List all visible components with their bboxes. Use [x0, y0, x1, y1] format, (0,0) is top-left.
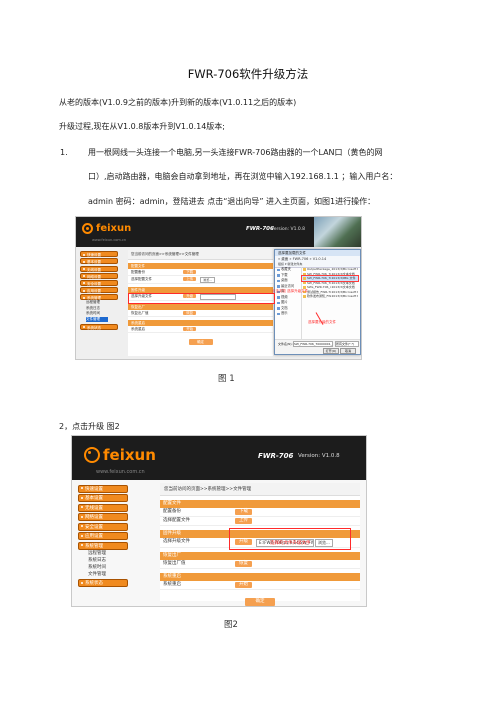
figure1-caption: 图 1 [218, 374, 235, 384]
menu-quick-setup[interactable]: 快速设置 [78, 484, 128, 493]
model-name: FWR-706 [258, 452, 294, 460]
firmware-version: Version: V1.0.8 [271, 227, 306, 232]
annotation-browse: 点击浏览 选择升级文件 [272, 289, 309, 293]
intro-line: 从老的版本(V1.0.9之前的版本)升到新的版本(V1.0.11之后的版本) [59, 98, 297, 107]
firmware-version: Version: V1.0.8 [298, 453, 340, 459]
menu-apps[interactable]: 应用设置 [80, 287, 118, 294]
restore-button[interactable]: 恢复 [235, 561, 252, 567]
ok-button[interactable]: 确定 [188, 339, 213, 345]
download-button[interactable]: 下载 [235, 509, 252, 515]
label-config-backup: 配置备份 [163, 509, 181, 514]
cancel-button[interactable]: 取消 [340, 348, 356, 354]
filename-label: 文件名(N): [278, 342, 293, 346]
menu-apps[interactable]: 应用设置 [78, 532, 128, 540]
menu-file[interactable]: 文件管理 [86, 316, 108, 323]
menu-network[interactable]: 网络设置 [80, 272, 118, 279]
menu-system[interactable]: 系统管理 [80, 294, 118, 301]
process-line: 升级过程,现在从V1.0.8版本升到V1.0.14版本; [59, 122, 225, 131]
menu-quick-setup[interactable]: 快速设置 [80, 251, 118, 258]
label-config-file: 选择配置文件 [163, 518, 190, 523]
dialog-footer: 文件名(N): SW_FWR-706_70000001_V1.0.14.img … [275, 339, 360, 354]
download-button[interactable]: 下载 [183, 270, 197, 274]
label-firmware-file: 选择升级文件 [163, 539, 190, 544]
upload-button[interactable]: 上传 [183, 277, 197, 281]
restore-button[interactable]: 恢复 [183, 311, 197, 315]
ok-button[interactable]: 确定 [245, 598, 275, 606]
label-config-backup: 配置备份 [131, 270, 145, 274]
label-factory: 恢复出厂值 [163, 561, 186, 566]
figure2-caption: 图2 [224, 620, 238, 630]
logo-icon [84, 447, 100, 463]
highlight-upgrade [229, 528, 351, 550]
label-config-file: 选择配置文件 [131, 277, 152, 281]
file-list: OutputPackage_FWR-706_70000001_V1.0...20… [301, 267, 359, 339]
menu-security[interactable]: 安全设置 [80, 279, 118, 286]
feixun-logo: feixun [82, 223, 131, 234]
highlight-firmware-row [128, 293, 275, 304]
file-open-dialog: 选择要加载的文件 « 桌面 » FWR-706 » V1.0.14 组织 ▾ 新… [274, 249, 361, 355]
menu-remote[interactable]: 远程管理 [88, 550, 152, 557]
logo-text: feixun [103, 446, 156, 464]
breadcrumb: 您当前访问的页面>>系统管理>>文件管理 [128, 250, 273, 260]
step2-line: 2，点击升级 图2 [59, 422, 120, 431]
menu-network[interactable]: 网络设置 [78, 513, 128, 521]
figure2-screenshot: feixun www.feixun.com.cn FWR-706 Version… [71, 435, 367, 607]
menu-status[interactable]: 系统状态 [80, 323, 118, 330]
router-sidebar: 快速设置 基本设置 无线设置 网络设置 安全设置 应用设置 系统管理 远程管理 … [76, 250, 128, 330]
router-sidebar: 快速设置 基本设置 无线设置 网络设置 安全设置 应用设置 系统管理 远程管理 … [72, 483, 152, 587]
step1-line2: 口）,启动路由器，电脑会自动拿到地址，再在浏览中输入192.168.1.1 ；输… [88, 172, 398, 181]
figure1-screenshot: feixun www.feixun.com.cn FWR-706 Version… [75, 216, 362, 360]
filename-input[interactable]: SW_FWR-706_70000001_V1.0.14.img [293, 341, 333, 347]
upload-button[interactable]: 上传 [235, 518, 252, 524]
step1-line1: 用一根网线一头连接一个电脑,另一头连接FWR-706路由器的一个LAN口（黄色的… [88, 148, 383, 157]
file-type-select[interactable]: 所有文件(*.*) [335, 341, 359, 347]
label-factory: 恢复出厂值 [131, 311, 149, 315]
menu-wireless[interactable]: 无线设置 [80, 265, 118, 272]
feixun-logo: feixun [84, 446, 156, 464]
router-banner: feixun www.feixun.com.cn FWR-706 Version… [72, 436, 366, 480]
label-reboot: 系统重启 [163, 582, 181, 587]
reboot-button[interactable]: 开始 [183, 327, 197, 331]
menu-basic[interactable]: 基本设置 [78, 494, 128, 502]
menu-basic[interactable]: 基本设置 [80, 258, 118, 265]
site-url: www.feixun.com.cn [96, 469, 145, 475]
reboot-button[interactable]: 开始 [235, 582, 252, 588]
logo-text: feixun [96, 223, 132, 234]
file-row[interactable]: 软件发布通知_FWR-706_V1.0.14_201303...2013/3/8… [302, 294, 358, 299]
annotation-upgrade: 选择的文件升级文件 [270, 541, 311, 546]
menu-log[interactable]: 系统日志 [88, 557, 152, 564]
menu-security[interactable]: 安全设置 [78, 522, 128, 531]
menu-time[interactable]: 系统时间 [88, 564, 152, 571]
config-browse-button[interactable]: 浏览... [200, 277, 216, 283]
menu-wireless[interactable]: 无线设置 [78, 503, 128, 512]
desktop-photo [314, 217, 361, 247]
step1-line3: admin 密码：admin，登陆进去 点击“退出向导” 进入主页面，如图1进行… [88, 197, 376, 206]
logo-icon [82, 223, 93, 234]
site-url: www.feixun.com.cn [92, 238, 127, 242]
breadcrumb: 您当前访问的页面>>系统管理>>文件管理 [160, 483, 360, 496]
nav-music[interactable]: 音乐 [275, 311, 301, 317]
section-config: 配置文件 [160, 500, 360, 508]
menu-system[interactable]: 系统管理 [78, 541, 128, 550]
menu-file[interactable]: 文件管理 [88, 571, 152, 578]
section-factory: 恢复出厂 [160, 552, 360, 560]
model-name: FWR-706 [246, 226, 274, 232]
doc-title: FWR-706软件升级方法 [187, 67, 309, 81]
section-reboot: 系统重启 [160, 573, 360, 581]
step1-number: 1. [60, 148, 68, 157]
label-reboot: 系统重启 [131, 327, 145, 331]
menu-status[interactable]: 系统状态 [78, 579, 128, 587]
open-button[interactable]: 打开(O) [323, 348, 339, 354]
dialog-nav: 收藏夹 下载 桌面 最近访问 库 视频 图片 文档 音乐 [275, 267, 302, 339]
